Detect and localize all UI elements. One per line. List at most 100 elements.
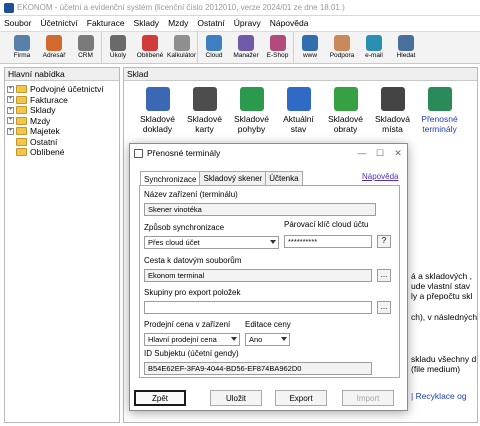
warehouse-item-label: Skladová místa: [375, 114, 410, 134]
edit-price-select[interactable]: Ano: [245, 333, 290, 346]
edit-price-value: Ano: [249, 335, 263, 344]
terminal-icon: [427, 87, 452, 111]
toolbar-button-e-shop[interactable]: E-Shop: [262, 32, 294, 63]
pair-key-label: Párovací klíč cloud účtu: [284, 220, 369, 229]
toolbar-button-obl-ben-[interactable]: Oblíbené: [134, 32, 166, 63]
toolbar-label: e-mail: [365, 52, 383, 59]
toolbar-button-e-mail[interactable]: e-mail: [358, 32, 390, 63]
heart-icon: [142, 35, 158, 51]
sell-price-label: Prodejní cena v zařízení: [144, 320, 231, 329]
toolbar-label: Hledat: [396, 52, 416, 59]
chevron-down-icon: [231, 337, 237, 341]
tab-skladovy-skener[interactable]: Skladový skener: [199, 171, 267, 185]
main-menu-panel: Hlavní nabídka + Podvojné účetnictví + Fakt…: [4, 67, 120, 423]
chevron-down-icon: [281, 337, 287, 341]
sell-price-select[interactable]: Hlavní prodejní cena: [144, 333, 240, 346]
data-path-field[interactable]: Ekonom terminal: [144, 269, 372, 282]
email-icon: [366, 35, 382, 51]
toolbar-button--koly[interactable]: Úkoly: [102, 32, 134, 63]
warehouse-header: Sklad: [124, 68, 477, 81]
toolbar-button-mana-er[interactable]: Manažer: [230, 32, 262, 63]
folder-icon: [16, 137, 27, 146]
minimize-icon[interactable]: —: [353, 148, 371, 158]
toolbar-button-www[interactable]: www: [294, 32, 326, 63]
subject-id-label: ID Subjektu (účetní gendy): [144, 349, 239, 358]
tree-item[interactable]: + Mzdy: [7, 116, 119, 127]
warehouse-item-label: Skladové pohyby: [234, 114, 269, 134]
help-link[interactable]: Nápověda: [362, 172, 398, 181]
device-name-label: Název zařízení (terminálu): [144, 190, 238, 199]
tree-item[interactable]: + Majetek: [7, 126, 119, 137]
sync-mode-value: Přes cloud účet: [148, 238, 200, 247]
save-button[interactable]: Uložit: [210, 390, 262, 406]
warehouse-item-label: Skladové obraty: [328, 114, 363, 134]
dialog-title: Přenosné terminály: [147, 148, 221, 158]
expand-icon[interactable]: +: [7, 127, 14, 135]
toolbar-label: www: [302, 52, 318, 59]
tab-uctenka[interactable]: Účtenka: [265, 171, 303, 185]
firma-icon: [14, 35, 30, 51]
adresar-icon: [46, 35, 62, 51]
cancel-button[interactable]: Zpět: [134, 390, 186, 406]
export-button[interactable]: Export: [275, 390, 327, 406]
chevron-down-icon: [270, 240, 276, 244]
warehouse-item-label: Přenosné terminály: [421, 114, 458, 134]
export-groups-label: Skupiny pro export položek: [144, 288, 241, 297]
expand-icon[interactable]: +: [7, 106, 14, 114]
sync-tab-body: Název zařízení (terminálu) Skener vinoté…: [139, 185, 400, 378]
menu-ucetnictvi[interactable]: Účetnictví: [40, 18, 77, 28]
toolbar-button-adres-[interactable]: Adresář: [38, 32, 70, 63]
device-name-field[interactable]: Skener vinotéka: [144, 203, 376, 216]
toolbar-button-kalkul-tor[interactable]: Kalkulátor: [166, 32, 198, 63]
pair-key-field[interactable]: **********: [284, 235, 372, 248]
close-icon[interactable]: ✕: [389, 148, 407, 159]
tree-item[interactable]: + Sklady: [7, 105, 119, 116]
toolbar-label: CRM: [78, 52, 93, 59]
main-menu-tree: + Podvojné účetnictví + Fakturace + Sklady + Mz…: [5, 81, 119, 158]
maximize-icon[interactable]: ☐: [371, 148, 389, 159]
expand-icon[interactable]: +: [7, 96, 14, 104]
menu-upravy[interactable]: Úpravy: [234, 18, 261, 28]
toolbar-button-firma[interactable]: Firma: [6, 32, 38, 63]
pair-key-help-button[interactable]: ?: [377, 235, 391, 248]
menu-sklady[interactable]: Sklady: [134, 18, 160, 28]
background-text-line: (file medium): [411, 364, 461, 374]
menu-napoveda[interactable]: Nápověda: [270, 18, 309, 28]
export-groups-field[interactable]: [144, 301, 372, 314]
background-text-line: skladu všechny d: [411, 354, 477, 364]
menu-soubor[interactable]: Soubor: [4, 18, 31, 28]
folder-icon: [16, 116, 27, 125]
toolbar-button-cloud[interactable]: Cloud: [198, 32, 230, 63]
tree-item[interactable]: + Fakturace: [7, 95, 119, 106]
expand-icon[interactable]: +: [7, 117, 14, 125]
menu-fakturace[interactable]: Fakturace: [87, 18, 125, 28]
tree-item-label: Ostatní: [30, 136, 58, 147]
toolbar-button-crm[interactable]: CRM: [70, 32, 102, 63]
folder-icon: [16, 95, 27, 104]
data-path-browse-button[interactable]: ...: [377, 269, 391, 282]
tree-item[interactable]: + Podvojné účetnictví: [7, 84, 119, 95]
tree-item[interactable]: Oblíbené: [7, 147, 119, 158]
globe-icon: [302, 35, 318, 51]
ukoly-icon: [110, 35, 126, 51]
subject-id-field[interactable]: B54E62EF-3FA9-4044-BD56-EF874BA962D0: [144, 362, 372, 375]
import-button[interactable]: Import: [342, 390, 394, 406]
data-path-label: Cesta k datovým souborům: [144, 256, 242, 265]
toolbar-label: Kalkulátor: [167, 52, 196, 59]
expand-icon[interactable]: +: [7, 85, 14, 93]
sync-mode-select[interactable]: Přes cloud účet: [144, 236, 279, 249]
warehouse-item-label: Skladové karty: [187, 114, 222, 134]
export-groups-browse-button[interactable]: ...: [377, 301, 391, 314]
background-text-line: ly a přepočtu skl: [411, 291, 473, 301]
folder-icon: [16, 148, 27, 157]
tree-item[interactable]: Ostatní: [7, 137, 119, 148]
toolbar-button-podpora[interactable]: Podpora: [326, 32, 358, 63]
menu-ostatni[interactable]: Ostatní: [197, 18, 224, 28]
toolbar-button-hledat[interactable]: Hledat: [390, 32, 422, 63]
warehouse-item-6[interactable]: Přenosné terminály: [416, 83, 463, 153]
portable-terminals-dialog: Přenosné terminály — ☐ ✕ Synchronizace S…: [129, 143, 408, 411]
menu-mzdy[interactable]: Mzdy: [168, 18, 188, 28]
background-text-line[interactable]: | Recyklace og: [411, 391, 467, 401]
sell-price-value: Hlavní prodejní cena: [148, 335, 217, 344]
tab-synchronizace[interactable]: Synchronizace: [140, 171, 201, 186]
